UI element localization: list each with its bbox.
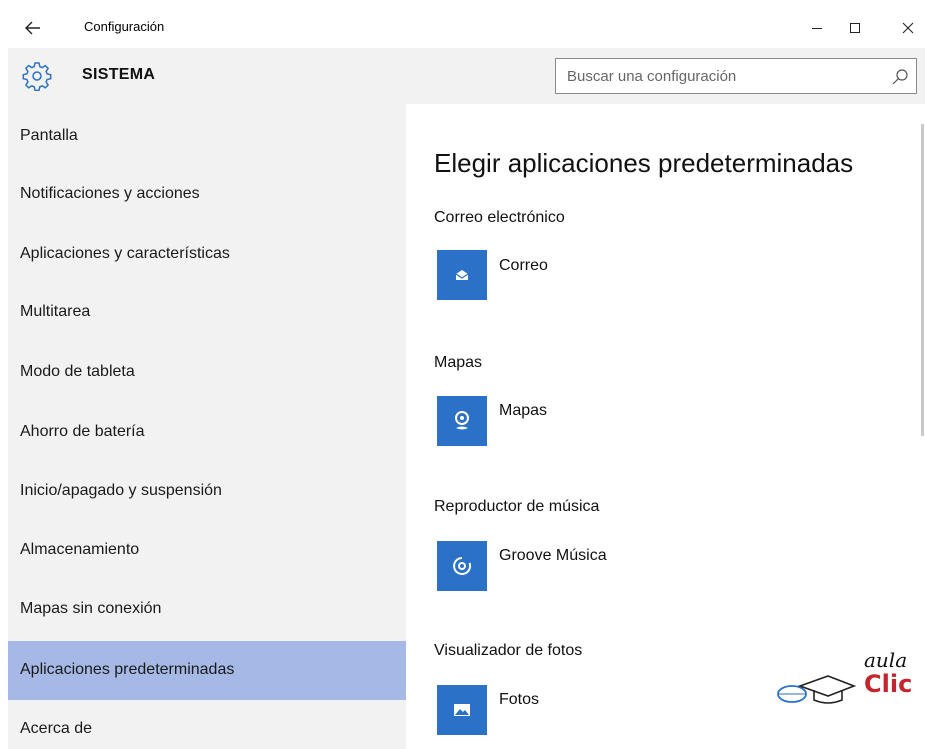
- sidebar-item-label: Modo de tableta: [20, 363, 135, 380]
- close-icon: [902, 22, 914, 34]
- logo-text-clic: Clic: [864, 670, 913, 698]
- graduation-mouse-icon: [777, 675, 857, 704]
- mail-icon: [455, 270, 469, 280]
- maximize-icon: [850, 23, 860, 33]
- default-app-name[interactable]: Groove Música: [499, 547, 607, 565]
- default-app-mail-button[interactable]: [437, 250, 487, 300]
- map-pin-icon: [455, 411, 469, 430]
- aulaclic-logo: aula Clic: [770, 648, 915, 714]
- category-label: Mapas: [434, 354, 483, 371]
- default-app-photos-button[interactable]: [437, 685, 487, 735]
- close-button[interactable]: [893, 15, 923, 41]
- sidebar-item-aplicaciones[interactable]: Aplicaciones y características: [8, 220, 406, 278]
- sidebar-item-label: Almacenamiento: [20, 541, 140, 558]
- page-title: Elegir aplicaciones predeterminadas: [434, 148, 854, 178]
- sidebar-item-pantalla[interactable]: Pantalla: [8, 104, 406, 162]
- back-button[interactable]: [22, 17, 44, 39]
- sidebar-item-notificaciones[interactable]: Notificaciones y acciones: [8, 162, 406, 220]
- music-disc-icon: [453, 557, 472, 575]
- search-box[interactable]: [555, 58, 917, 94]
- default-app-maps-button[interactable]: [437, 396, 487, 446]
- gear-icon: [22, 62, 52, 91]
- sidebar-item-label: Aplicaciones y características: [20, 245, 230, 262]
- window-title: Configuración: [84, 19, 165, 34]
- sidebar-item-mapas-sin-conexion[interactable]: Mapas sin conexión: [8, 568, 406, 626]
- default-app-music-button[interactable]: [437, 541, 487, 591]
- logo-text-aula: aula: [864, 648, 908, 672]
- section-header: SISTEMA: [8, 48, 925, 104]
- sidebar-item-modo-tableta[interactable]: Modo de tableta: [8, 336, 406, 394]
- default-app-name[interactable]: Fotos: [499, 691, 539, 709]
- settings-window: Configuración SISTEMA Buscar una configu…: [8, 8, 925, 749]
- default-app-name[interactable]: Correo: [499, 257, 548, 275]
- search-icon[interactable]: [890, 67, 910, 87]
- category-label: Correo electrónico: [434, 209, 565, 226]
- sidebar-item-multitarea[interactable]: Multitarea: [8, 278, 406, 336]
- minimize-button[interactable]: [802, 15, 832, 41]
- sidebar-item-label: Mapas sin conexión: [20, 600, 162, 617]
- sidebar-item-label: Inicio/apagado y suspensión: [20, 482, 222, 499]
- search-input[interactable]: [556, 59, 876, 93]
- sidebar-item-label: Pantalla: [20, 127, 78, 144]
- title-bar: Configuración: [8, 8, 925, 48]
- sidebar-item-label: Ahorro de batería: [20, 423, 145, 440]
- sidebar-item-label: Notificaciones y acciones: [20, 185, 200, 202]
- category-label: Reproductor de música: [434, 498, 600, 515]
- sidebar-item-ahorro-bateria[interactable]: Ahorro de batería: [8, 394, 406, 452]
- minimize-icon: [812, 28, 822, 29]
- category-label: Visualizador de fotos: [434, 642, 583, 659]
- default-app-name[interactable]: Mapas: [499, 402, 547, 420]
- sidebar-item-label: Aplicaciones predeterminadas: [20, 661, 235, 678]
- sidebar-item-almacenamiento[interactable]: Almacenamiento: [8, 510, 406, 568]
- sidebar-item-aplicaciones-predeterminadas[interactable]: Aplicaciones predeterminadas: [8, 641, 406, 700]
- photo-icon: [454, 704, 470, 716]
- sidebar-item-acerca-de[interactable]: Acerca de: [8, 706, 406, 749]
- scrollbar-thumb[interactable]: [921, 124, 924, 436]
- section-title: SISTEMA: [82, 66, 156, 83]
- maximize-button[interactable]: [840, 15, 870, 41]
- sidebar-item-label: Multitarea: [20, 303, 91, 320]
- sidebar-nav: Pantalla Notificaciones y acciones Aplic…: [8, 104, 406, 749]
- sidebar-item-label: Acerca de: [20, 720, 93, 737]
- back-arrow-icon: [25, 21, 40, 35]
- sidebar-item-inicio-apagado[interactable]: Inicio/apagado y suspensión: [8, 452, 406, 510]
